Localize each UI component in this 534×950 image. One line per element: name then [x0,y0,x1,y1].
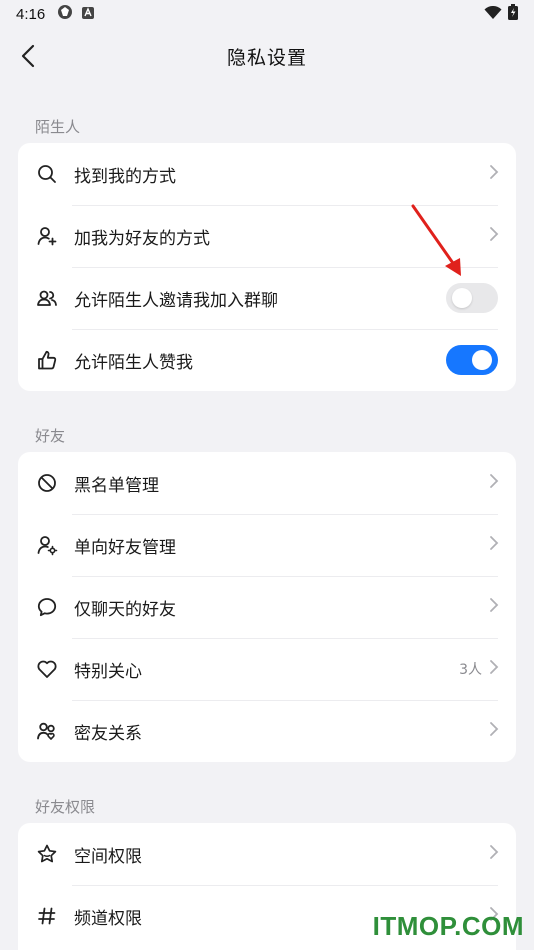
row-label: 特别关心 [74,661,142,682]
group-users-icon [36,287,58,309]
nav-bar: 隐私设置 [0,30,534,82]
strangers-card: 找到我的方式 加我为好友的方式 允许陌生人邀请我加入群聊 允许陌生人赞我 [18,143,516,391]
row-label: 加我为好友的方式 [74,228,210,249]
user-settings-icon [36,534,58,556]
row-label: 允许陌生人邀请我加入群聊 [74,290,278,311]
friends-card: 黑名单管理 单向好友管理 仅聊天的好友 特别关心 3人 密友关系 [18,452,516,762]
row-one-way-friends[interactable]: 单向好友管理 [18,514,516,576]
status-bar: 4:16 [0,0,534,28]
row-label: 频道权限 [74,908,142,929]
row-label: 密友关系 [74,723,142,744]
heart-icon [36,658,58,680]
row-find-me[interactable]: 找到我的方式 [18,143,516,205]
status-icons-left [57,4,95,24]
chevron-right-icon [488,596,500,618]
chevron-right-icon [488,225,500,247]
add-user-icon [36,225,58,247]
hashtag-icon [36,905,58,927]
accessibility-icon [81,5,95,24]
chevron-right-icon [488,472,500,494]
group-invite-toggle[interactable] [446,283,498,313]
star-icon [36,843,58,865]
page-title: 隐私设置 [226,46,307,69]
close-friends-icon [36,720,58,742]
row-special-care[interactable]: 特别关心 3人 [18,638,516,700]
chevron-right-icon [488,843,500,865]
row-label: 空间权限 [74,846,142,867]
row-allow-group-invite: 允许陌生人邀请我加入群聊 [18,267,516,329]
row-label: 单向好友管理 [74,537,176,558]
section-label-friends: 好友 [35,427,66,445]
row-allow-likes: 允许陌生人赞我 [18,329,516,391]
app-notification-icon [57,4,73,24]
row-label: 黑名单管理 [74,475,159,496]
status-time: 4:16 [16,5,46,23]
chevron-right-icon [488,658,500,680]
chat-bubble-icon [36,596,58,618]
row-label: 找到我的方式 [74,166,176,187]
likes-toggle[interactable] [446,345,498,375]
status-icons-right [484,4,518,24]
block-icon [36,472,58,494]
toggle-knob [452,288,472,308]
section-label-strangers: 陌生人 [35,118,81,136]
row-label: 允许陌生人赞我 [74,352,193,373]
row-label: 仅聊天的好友 [74,599,176,620]
row-space-permission[interactable]: 空间权限 [18,823,516,885]
row-chat-only-friends[interactable]: 仅聊天的好友 [18,576,516,638]
section-label-friend-permissions: 好友权限 [35,798,96,816]
chevron-left-icon [21,44,35,68]
special-care-count: 3人 [459,662,482,678]
row-blacklist[interactable]: 黑名单管理 [18,452,516,514]
thumbs-up-icon [36,349,58,371]
row-add-me[interactable]: 加我为好友的方式 [18,205,516,267]
row-close-friends[interactable]: 密友关系 [18,700,516,762]
chevron-right-icon [488,163,500,185]
watermark: ITMOP.COM [372,911,524,941]
search-icon [36,163,58,185]
wifi-icon [484,5,502,24]
toggle-knob [472,350,492,370]
battery-icon [508,4,518,24]
chevron-right-icon [488,534,500,556]
back-button[interactable] [12,40,44,72]
chevron-right-icon [488,720,500,742]
